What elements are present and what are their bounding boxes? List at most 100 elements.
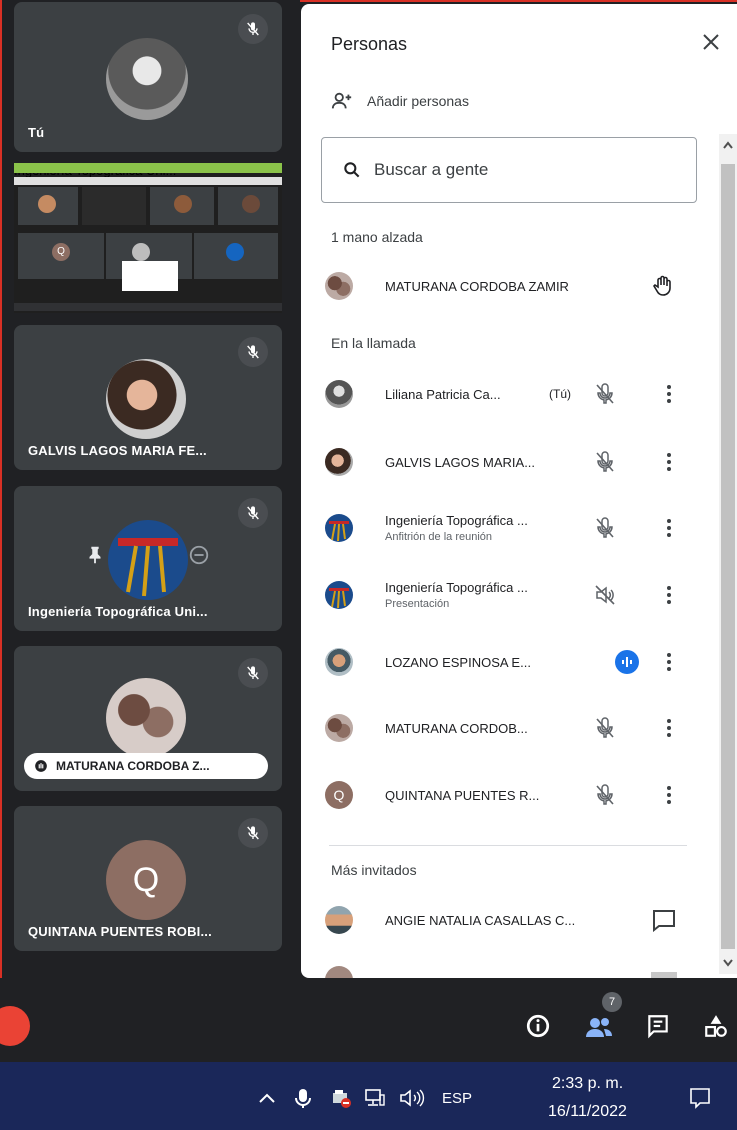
add-people-label: Añadir personas [367,93,469,109]
avatar [325,380,353,408]
chevron-up-icon[interactable] [256,1087,278,1109]
window-border [0,0,12,1062]
search-field[interactable] [321,137,697,203]
more-options-icon[interactable] [665,785,673,805]
close-icon[interactable] [699,30,723,54]
panel-title: Personas [331,34,408,54]
raised-hand-chip: MATURANA CORDOBA Z... [24,753,268,779]
participant-name: MATURANA CORDOBA ZAMIR [385,278,569,294]
participant-name: MATURANA CORDOB... [385,720,528,736]
more-options-icon[interactable] [665,652,673,672]
participant-role: Presentación [385,598,450,610]
avatar [106,359,186,439]
chat-icon[interactable] [645,1013,671,1039]
muted-mic-icon [238,498,268,528]
pin-icon[interactable] [84,544,106,566]
list-item[interactable]: MATURANA CORDOBA ZAMIR [325,258,695,314]
mic-off-icon [596,717,614,738]
chip-name: MATURANA CORDOBA Z... [56,759,210,773]
list-item[interactable]: Ingeniería Topográfica ... Anfitrión de … [325,500,695,556]
participant-name: QUINTANA PUENTES R... [385,787,540,803]
video-tile-self[interactable]: Tú [14,2,282,152]
activities-icon[interactable] [703,1013,729,1039]
tile-name: Ingeniería Topográfica Uni... [28,604,208,619]
language-indicator[interactable]: ESP [442,1090,472,1107]
more-options-icon[interactable] [665,518,673,538]
window-border-top [300,0,737,2]
search-icon [344,162,360,178]
you-label: (Tú) [549,387,571,401]
microphone-icon[interactable] [292,1087,314,1109]
list-item[interactable]: MATURANA CORDOB... [325,700,695,756]
avatar [106,38,188,120]
video-tile-maturana[interactable]: MATURANA CORDOBA Z... [14,646,282,791]
speaking-indicator-icon [615,650,639,674]
usb-device-icon[interactable] [330,1087,352,1109]
mic-off-icon [596,784,614,805]
participant-name: GALVIS LAGOS MARIA... [385,454,536,470]
avatar [325,714,353,742]
people-count-badge: 7 [602,992,622,1012]
people-panel: Personas Añadir personas 1 mano alzada M… [301,4,737,978]
raised-hands-heading: 1 mano alzada [331,229,423,245]
avatar [325,448,353,476]
more-options-icon[interactable] [665,718,673,738]
sound-off-icon [595,585,615,605]
tile-name: GALVIS LAGOS MARIA FE... [28,443,207,458]
list-item[interactable]: Q QUINTANA PUENTES R... [325,767,695,823]
people-icon[interactable] [584,1013,614,1041]
hand-icon [35,760,47,772]
more-options-icon[interactable] [665,384,673,404]
volume-icon[interactable] [398,1087,428,1109]
notifications-icon[interactable] [688,1086,712,1110]
muted-mic-icon [238,337,268,367]
scrollbar-thumb[interactable] [721,164,735,949]
initial-avatar: Q [106,840,186,920]
add-people-button[interactable]: Añadir personas [331,90,469,112]
list-item[interactable]: GALVIS LAGOS MARIA... [325,434,695,490]
scroll-down-icon[interactable] [722,958,734,968]
mic-off-icon [596,517,614,538]
clock-date[interactable]: 16/11/2022 [548,1103,627,1121]
scroll-up-icon[interactable] [722,140,734,150]
tile-name: QUINTANA PUENTES ROBI... [28,924,212,939]
chat-icon[interactable] [651,908,677,932]
video-tile-galvis[interactable]: GALVIS LAGOS MARIA FE... [14,325,282,470]
clock-time[interactable]: 2:33 p. m. [552,1075,623,1093]
list-item[interactable]: Liliana Patricia Ca... (Tú) [325,366,695,422]
muted-mic-icon [238,658,268,688]
network-icon[interactable] [364,1087,386,1109]
muted-mic-icon [238,818,268,848]
participant-name: Ingeniería Topográfica ... [385,580,528,595]
list-item[interactable]: LOZANO ESPINOSA E... [325,634,695,690]
more-options-icon[interactable] [665,585,673,605]
avatar [106,678,186,758]
participant-name: Ingeniería Topográfica ... [385,513,528,528]
avatar [325,272,353,300]
video-tile-quintana[interactable]: Q QUINTANA PUENTES ROBI... [14,806,282,951]
list-item[interactable]: Ingeniería Topográfica ... Presentación [325,567,695,623]
initial-avatar: Q [325,781,353,809]
avatar [325,966,353,978]
participant-role: Anfitrión de la reunión [385,531,493,543]
logo-avatar [108,520,188,600]
raised-hand-icon [652,275,671,296]
avatar [325,648,353,676]
mic-off-icon [596,451,614,472]
in-call-heading: En la llamada [331,335,416,351]
more-options-icon[interactable] [665,452,673,472]
mic-off-icon [596,383,614,404]
search-input[interactable] [374,160,674,180]
meeting-controls-bar [0,978,737,1062]
video-tile-ingenieria[interactable]: Ingeniería Topográfica Uni... [14,486,282,631]
info-icon[interactable] [525,1013,551,1039]
divider [329,845,687,846]
more-invited-heading: Más invitados [331,862,417,878]
muted-mic-icon [238,14,268,44]
participant-name: LOZANO ESPINOSA E... [385,654,531,670]
list-item[interactable]: ANGIE NATALIA CASALLAS C... [325,892,695,948]
logo-avatar [325,514,353,542]
screenshare-thumbnail[interactable]: Q Ingeniería Topográfica Uni... [14,163,282,313]
add-person-icon [331,92,352,109]
remove-icon[interactable] [188,544,210,566]
